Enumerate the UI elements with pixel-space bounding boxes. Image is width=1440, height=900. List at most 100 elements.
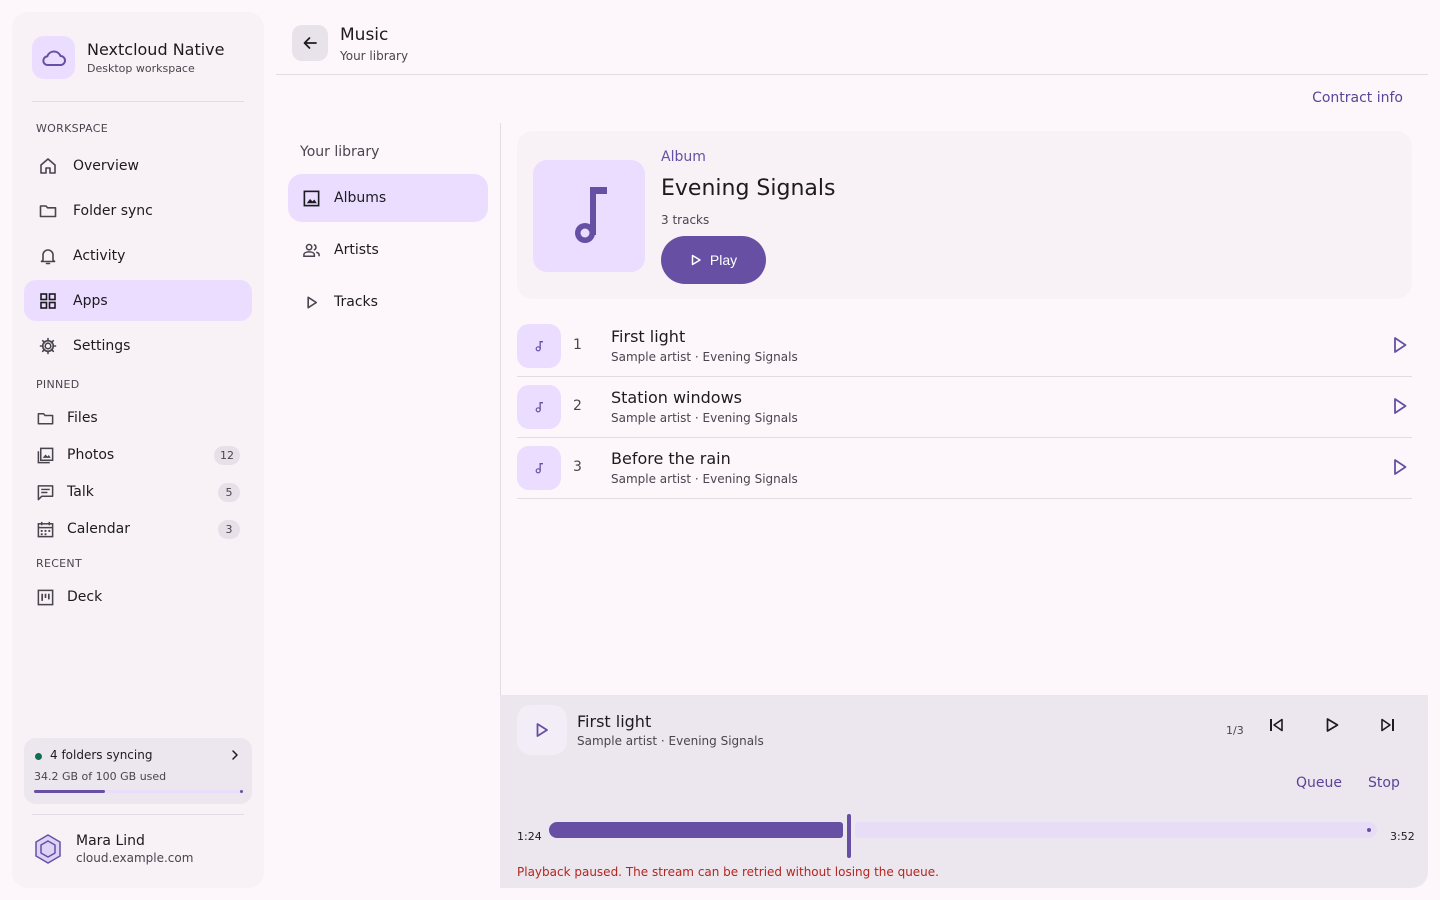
storage-progress-bar [34, 789, 243, 793]
folder-icon [38, 201, 58, 221]
play-pause-button[interactable] [1324, 717, 1340, 733]
bell-icon [38, 246, 58, 266]
storage-progress-end [240, 789, 243, 793]
sidebar-divider [32, 101, 244, 102]
library-tab-albums[interactable]: Albums [288, 174, 488, 222]
grid-icon [38, 291, 58, 311]
skip-previous-icon [1268, 717, 1284, 733]
sync-status-title: 4 folders syncing [50, 748, 153, 762]
play-icon [1392, 397, 1408, 415]
library-heading: Your library [300, 144, 380, 160]
user-name: Mara Lind [76, 833, 145, 849]
now-playing-play-button[interactable] [517, 705, 567, 755]
deck-icon [36, 588, 55, 607]
elapsed-time: 1:24 [517, 830, 542, 843]
next-track-button[interactable] [1380, 717, 1396, 733]
track-row[interactable]: 2 Station windows Sample artist · Evenin… [517, 377, 1412, 438]
folder-icon [36, 409, 55, 428]
track-title: Station windows [611, 388, 743, 407]
library-tab-artists[interactable]: Artists [288, 226, 488, 274]
sidebar-item-files[interactable]: Files [36, 403, 240, 433]
sidebar-item-photos[interactable]: Photos 12 [36, 440, 240, 470]
arrow-left-icon [302, 35, 318, 51]
seek-handle[interactable] [847, 814, 851, 858]
back-button[interactable] [292, 25, 328, 61]
music-note-icon [567, 185, 611, 247]
chat-icon [36, 483, 55, 502]
stop-button[interactable]: Stop [1368, 775, 1400, 791]
queue-button[interactable]: Queue [1296, 775, 1342, 791]
music-note-icon [535, 462, 544, 474]
count-badge: 5 [218, 482, 240, 502]
track-title: Before the rain [611, 449, 731, 468]
header-divider [276, 74, 1428, 75]
play-icon [690, 254, 710, 266]
seek-slider[interactable] [549, 814, 1377, 858]
sidebar-item-talk[interactable]: Talk 5 [36, 477, 240, 507]
play-album-label: Play [709, 252, 738, 268]
skip-next-icon [1380, 717, 1396, 733]
app-title: Nextcloud Native [87, 39, 225, 59]
queue-position: 1/3 [1226, 724, 1244, 737]
seek-remaining [855, 822, 1377, 838]
sidebar-item-label: Calendar [67, 521, 130, 537]
play-track-button[interactable] [1392, 397, 1408, 415]
library-tab-label: Artists [334, 242, 379, 258]
sidebar-item-label: Overview [73, 157, 139, 174]
section-label-pinned: PINNED [36, 378, 80, 391]
sidebar-item-overview[interactable]: Overview [24, 145, 252, 186]
play-track-button[interactable] [1392, 336, 1408, 354]
library-tab-tracks[interactable]: Tracks [288, 278, 488, 326]
previous-track-button[interactable] [1268, 717, 1284, 733]
sidebar-item-activity[interactable]: Activity [24, 235, 252, 276]
count-badge: 3 [218, 519, 240, 539]
sidebar-item-label: Apps [73, 292, 108, 309]
people-icon [302, 241, 321, 260]
section-label-recent: RECENT [36, 557, 82, 570]
track-thumbnail [517, 385, 561, 429]
home-icon [38, 156, 58, 176]
user-account[interactable]: Mara Lind cloud.example.com [32, 832, 193, 866]
sidebar-item-folder-sync[interactable]: Folder sync [24, 190, 252, 231]
track-number: 2 [573, 398, 582, 414]
avatar [32, 833, 64, 865]
library-tab-label: Tracks [334, 294, 378, 310]
brand: Nextcloud Native Desktop workspace [32, 36, 225, 79]
play-icon [1392, 336, 1408, 354]
music-note-icon [535, 340, 544, 352]
sidebar-item-label: Folder sync [73, 202, 153, 219]
calendar-icon [36, 520, 55, 539]
cloud-icon [32, 36, 75, 79]
track-subtitle: Sample artist · Evening Signals [611, 411, 798, 425]
music-note-icon [535, 401, 544, 413]
page-subtitle: Your library [340, 49, 409, 63]
album-track-count: 3 tracks [661, 213, 710, 227]
sidebar-item-deck[interactable]: Deck [36, 582, 240, 612]
track-row[interactable]: 3 Before the rain Sample artist · Evenin… [517, 438, 1412, 499]
sidebar-item-label: Settings [73, 337, 131, 354]
track-subtitle: Sample artist · Evening Signals [611, 472, 798, 486]
section-label-workspace: WORKSPACE [36, 122, 108, 135]
track-row[interactable]: 1 First light Sample artist · Evening Si… [517, 316, 1412, 377]
sync-status-card[interactable]: 4 folders syncing 34.2 GB of 100 GB used [24, 738, 252, 804]
play-album-button[interactable]: Play [661, 236, 766, 284]
contract-info-link[interactable]: Contract info [1312, 90, 1403, 106]
play-track-button[interactable] [1392, 458, 1408, 476]
page-title: Music [340, 25, 389, 45]
user-host: cloud.example.com [76, 851, 194, 865]
sidebar-item-settings[interactable]: Settings [24, 325, 252, 366]
count-badge: 12 [214, 445, 240, 465]
track-number: 3 [573, 459, 582, 475]
track-number: 1 [573, 337, 582, 353]
sync-status-dot [35, 753, 42, 760]
now-playing-subtitle: Sample artist · Evening Signals [577, 734, 764, 748]
sidebar-item-label: Photos [67, 447, 115, 463]
sidebar-item-calendar[interactable]: Calendar 3 [36, 514, 240, 544]
seek-end-marker [1367, 828, 1371, 832]
sidebar-divider [32, 814, 244, 815]
sidebar-item-apps[interactable]: Apps [24, 280, 252, 321]
track-title: First light [611, 327, 686, 346]
gear-icon [38, 336, 58, 356]
duration-time: 3:52 [1390, 830, 1415, 843]
storage-progress-fill [34, 790, 106, 793]
